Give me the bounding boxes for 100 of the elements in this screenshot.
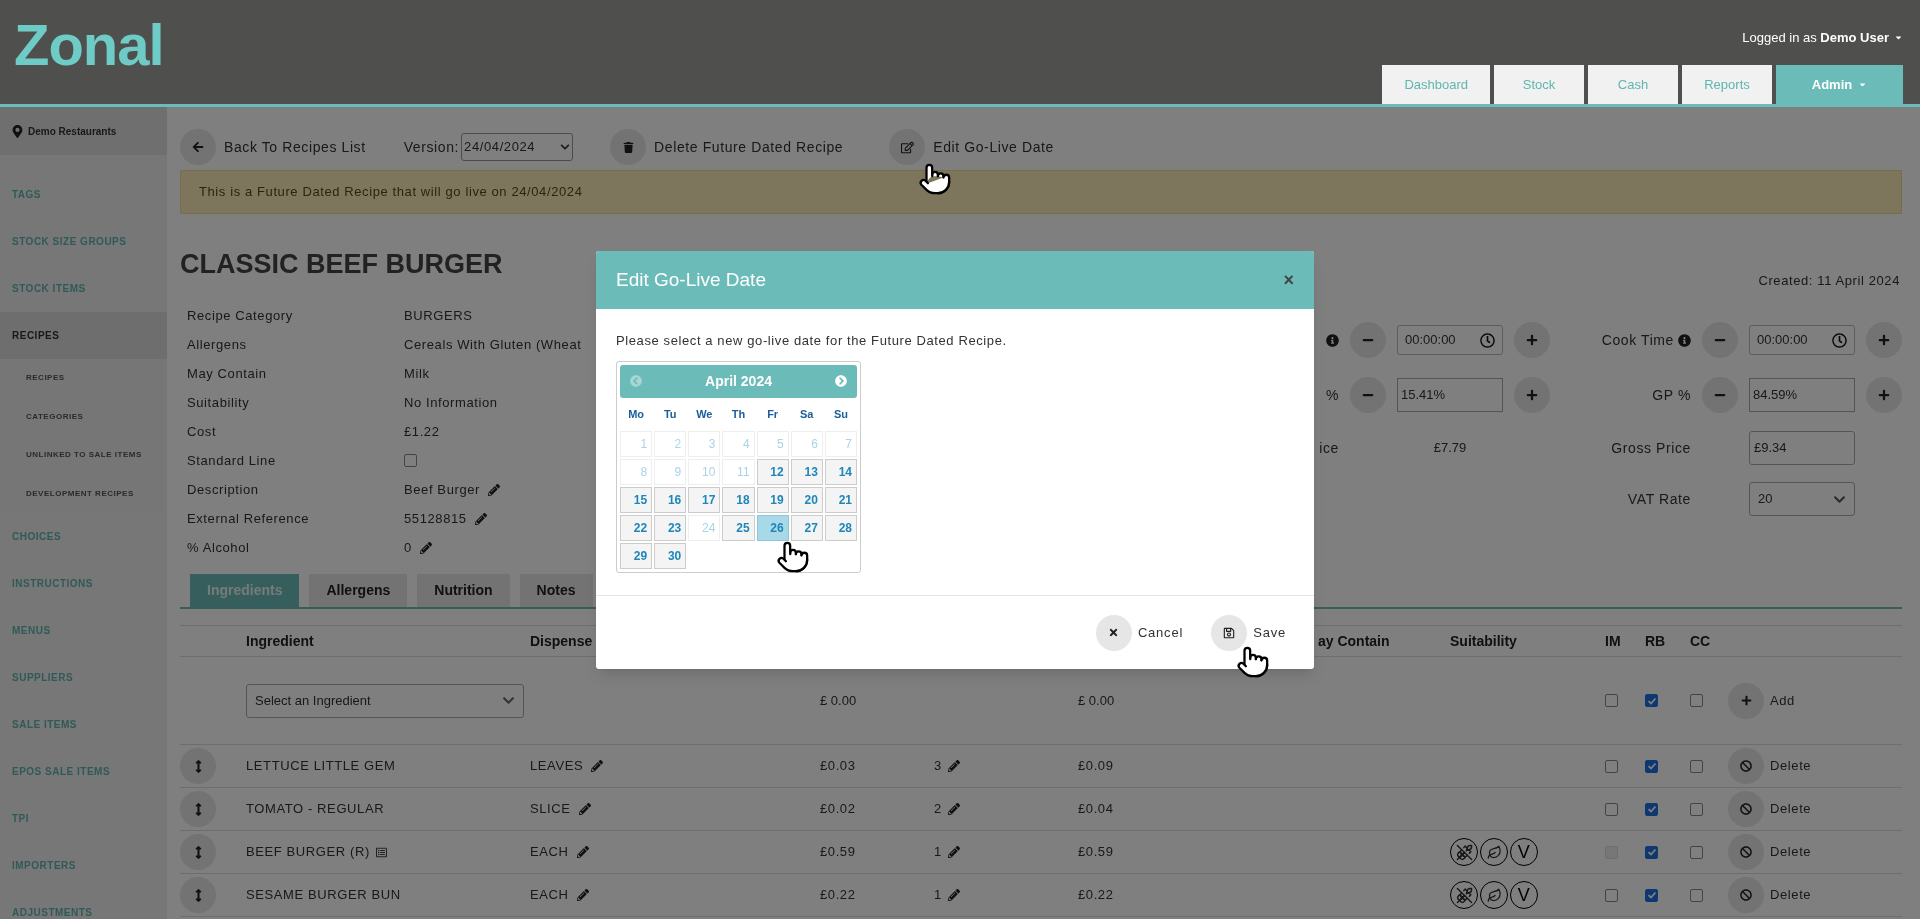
- sidebar-subitem[interactable]: UNLINKED TO SALE ITEMS: [0, 436, 167, 475]
- calendar-day[interactable]: 21: [824, 486, 857, 513]
- time-field[interactable]: 00:00:00: [1749, 325, 1855, 355]
- pencil-icon[interactable]: [947, 803, 960, 815]
- pencil-icon[interactable]: [576, 846, 589, 858]
- plus-button[interactable]: [1514, 377, 1550, 413]
- info-icon[interactable]: [1678, 333, 1691, 347]
- time-field[interactable]: 00:00:00: [1397, 325, 1503, 355]
- delete-recipe-link[interactable]: Delete Future Dated Recipe: [610, 129, 844, 165]
- checkbox[interactable]: [1690, 888, 1703, 902]
- version-select[interactable]: 24/04/2024: [461, 133, 574, 161]
- plus-button[interactable]: [1514, 322, 1550, 358]
- checkbox[interactable]: [1605, 802, 1618, 816]
- input-field[interactable]: £9.34: [1749, 431, 1855, 465]
- input-field[interactable]: 84.59%: [1749, 378, 1855, 412]
- calendar-month: April 2024: [705, 371, 772, 391]
- save-button[interactable]: Save: [1211, 614, 1286, 651]
- pencil-icon[interactable]: [947, 760, 960, 772]
- nav-tab[interactable]: Cash: [1588, 65, 1678, 104]
- add-button[interactable]: Add: [1728, 682, 1902, 719]
- checkbox[interactable]: [1690, 759, 1703, 773]
- next-month-icon[interactable]: [835, 375, 847, 387]
- ingredient-name: BEEF BURGER (R): [246, 843, 370, 862]
- checkbox[interactable]: [1645, 802, 1658, 816]
- checkbox[interactable]: [1605, 759, 1618, 773]
- nav-tab[interactable]: Admin: [1776, 65, 1903, 104]
- calendar-day[interactable]: 30: [654, 542, 687, 569]
- checkbox[interactable]: [1645, 888, 1658, 902]
- cost-value: £0.02: [820, 800, 857, 819]
- location-bar[interactable]: Demo Restaurants: [0, 107, 167, 155]
- sidebar-subitem[interactable]: RECIPES: [0, 359, 167, 398]
- tab[interactable]: Allergens: [309, 574, 408, 607]
- back-link[interactable]: Back To Recipes List: [180, 129, 366, 165]
- select-field[interactable]: 20: [1749, 482, 1855, 516]
- calendar-day[interactable]: 23: [654, 514, 687, 541]
- calendar-day[interactable]: 13: [790, 458, 823, 485]
- checkbox[interactable]: [1605, 694, 1618, 707]
- nav-tab[interactable]: Dashboard: [1382, 65, 1490, 104]
- logo[interactable]: Zonal: [14, 12, 164, 77]
- nav-tab[interactable]: Stock: [1494, 65, 1584, 104]
- tab[interactable]: Nutrition: [417, 574, 510, 607]
- pencil-icon[interactable]: [474, 512, 487, 525]
- sidebar-item[interactable]: RECIPES: [0, 312, 167, 359]
- calendar-day[interactable]: 20: [790, 486, 823, 513]
- calendar-day[interactable]: 25: [722, 514, 755, 541]
- checkbox[interactable]: [1690, 845, 1703, 859]
- calendar-day[interactable]: 26: [756, 514, 789, 541]
- detail-label: External Reference: [187, 509, 311, 528]
- checkbox[interactable]: [1645, 759, 1658, 773]
- drag-handle[interactable]: [180, 834, 216, 870]
- input-field[interactable]: 15.41%: [1397, 378, 1503, 412]
- calendar-day[interactable]: 12: [756, 458, 789, 485]
- calendar-day[interactable]: 28: [824, 514, 857, 541]
- quantity-value: 1: [934, 886, 942, 905]
- ingredient-select[interactable]: Select an Ingredient: [246, 683, 524, 718]
- plus-button[interactable]: [1866, 377, 1902, 413]
- pencil-icon[interactable]: [576, 889, 589, 901]
- edit-date-link[interactable]: Edit Go-Live Date: [889, 129, 1054, 165]
- plus-button[interactable]: [1866, 322, 1902, 358]
- close-button[interactable]: ×: [1283, 266, 1294, 294]
- sidebar-subitem[interactable]: CATEGORIES: [0, 397, 167, 436]
- column-header: RB: [1645, 631, 1667, 651]
- calendar-day[interactable]: 14: [824, 458, 857, 485]
- pencil-icon[interactable]: [947, 846, 960, 858]
- ingredient-name: TOMATO - REGULAR: [246, 800, 385, 819]
- checkbox[interactable]: [1645, 845, 1658, 859]
- clock-icon: [1480, 332, 1495, 348]
- checkbox[interactable]: [1605, 888, 1618, 902]
- checkbox[interactable]: [1690, 802, 1703, 816]
- calendar-day[interactable]: 27: [790, 514, 823, 541]
- drag-handle[interactable]: [180, 877, 216, 913]
- delete-button[interactable]: Delete: [1728, 877, 1902, 913]
- delete-button[interactable]: Delete: [1728, 748, 1902, 784]
- tab[interactable]: Notes: [519, 574, 593, 607]
- drag-handle[interactable]: [180, 791, 216, 827]
- checkbox[interactable]: [404, 454, 417, 467]
- pencil-icon[interactable]: [591, 760, 604, 772]
- cancel-button[interactable]: Cancel: [1095, 614, 1184, 651]
- checkbox[interactable]: [1690, 694, 1703, 707]
- calendar-day[interactable]: 16: [654, 486, 687, 513]
- pencil-icon[interactable]: [488, 483, 500, 496]
- info-icon[interactable]: [1326, 333, 1339, 347]
- calendar-day[interactable]: 22: [620, 514, 653, 541]
- calendar-day[interactable]: 15: [620, 486, 653, 513]
- calendar-day[interactable]: 17: [688, 486, 721, 513]
- pencil-icon[interactable]: [419, 541, 432, 554]
- checkbox[interactable]: [1645, 694, 1658, 707]
- pencil-icon[interactable]: [947, 889, 960, 901]
- nav-tab[interactable]: Reports: [1682, 65, 1772, 104]
- calendar-day[interactable]: 29: [620, 542, 653, 569]
- column-header: IM: [1605, 631, 1622, 651]
- plus-icon: [1878, 389, 1890, 401]
- calendar-day[interactable]: 18: [722, 486, 755, 513]
- detail-label: Description: [187, 480, 260, 499]
- pencil-icon[interactable]: [578, 803, 591, 815]
- drag-handle[interactable]: [180, 748, 216, 784]
- sidebar-subitem[interactable]: DEVELOPMENT RECIPES: [0, 474, 167, 513]
- delete-button[interactable]: Delete: [1728, 791, 1902, 827]
- calendar-day[interactable]: 19: [756, 486, 789, 513]
- delete-button[interactable]: Delete: [1728, 834, 1902, 870]
